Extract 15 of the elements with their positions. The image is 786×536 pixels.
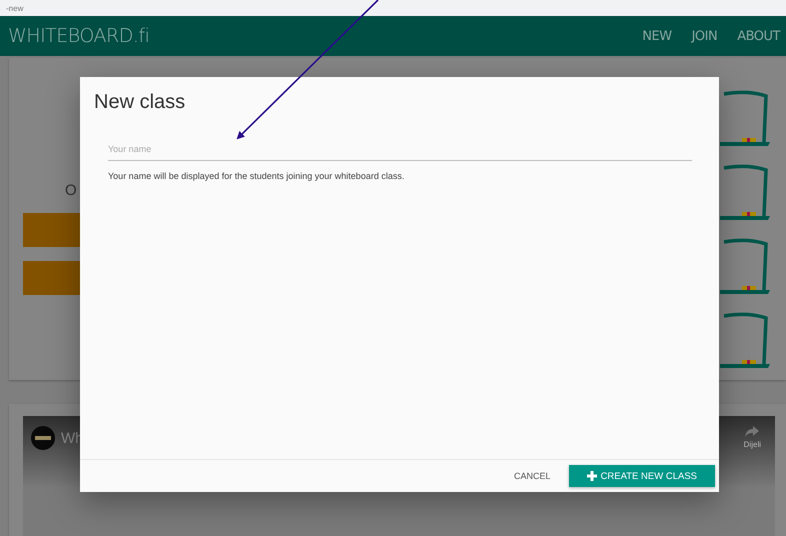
- dialog-title: New class: [94, 91, 186, 114]
- cancel-button[interactable]: CANCEL: [514, 465, 551, 487]
- share-icon: [745, 426, 760, 437]
- name-field[interactable]: Your name: [108, 140, 692, 161]
- nav-link[interactable]: JOIN: [692, 28, 718, 44]
- address-text: -new: [6, 4, 24, 12]
- logo[interactable]: WHITEBOARD.fi: [8, 25, 150, 47]
- nav-link[interactable]: ABOUT: [737, 28, 780, 44]
- helper-text: Your name will be displayed for the students joining your whiteboard class.: [108, 171, 406, 181]
- nav-link[interactable]: NEW: [642, 28, 672, 44]
- channel-logo-icon: [31, 426, 55, 450]
- plus-icon: [586, 471, 597, 481]
- share-label: Dijeli: [744, 440, 761, 449]
- create-class-button[interactable]: CREATE NEW CLASS: [568, 465, 715, 487]
- intro-text: O: [64, 182, 77, 199]
